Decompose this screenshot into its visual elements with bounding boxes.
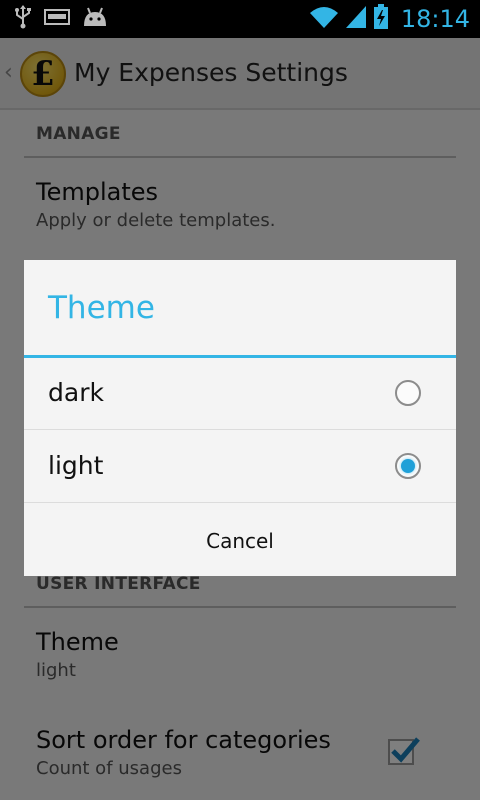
android-icon: [82, 6, 108, 32]
wifi-icon: [309, 5, 339, 33]
dialog-title-bar: Theme: [24, 260, 456, 358]
clock: 18:14: [400, 5, 470, 33]
cell-signal-icon: [345, 5, 367, 33]
cancel-button[interactable]: Cancel: [24, 505, 456, 576]
theme-option-dark[interactable]: dark: [24, 358, 456, 430]
theme-option-light[interactable]: light: [24, 431, 456, 503]
option-label: dark: [48, 378, 104, 407]
status-bar: 18:14: [0, 0, 480, 38]
weatherbug-icon: [44, 9, 70, 29]
usb-icon: [14, 5, 32, 33]
radio-button[interactable]: [395, 453, 421, 479]
system-icons: 18:14: [309, 4, 470, 34]
radio-button[interactable]: [395, 380, 421, 406]
theme-dialog: Theme dark light Cancel: [24, 260, 456, 576]
notification-icons: [14, 5, 108, 33]
dialog-title: Theme: [48, 290, 155, 326]
option-label: light: [48, 451, 104, 480]
battery-charging-icon: [373, 4, 389, 34]
radio-selected-dot: [401, 459, 415, 473]
